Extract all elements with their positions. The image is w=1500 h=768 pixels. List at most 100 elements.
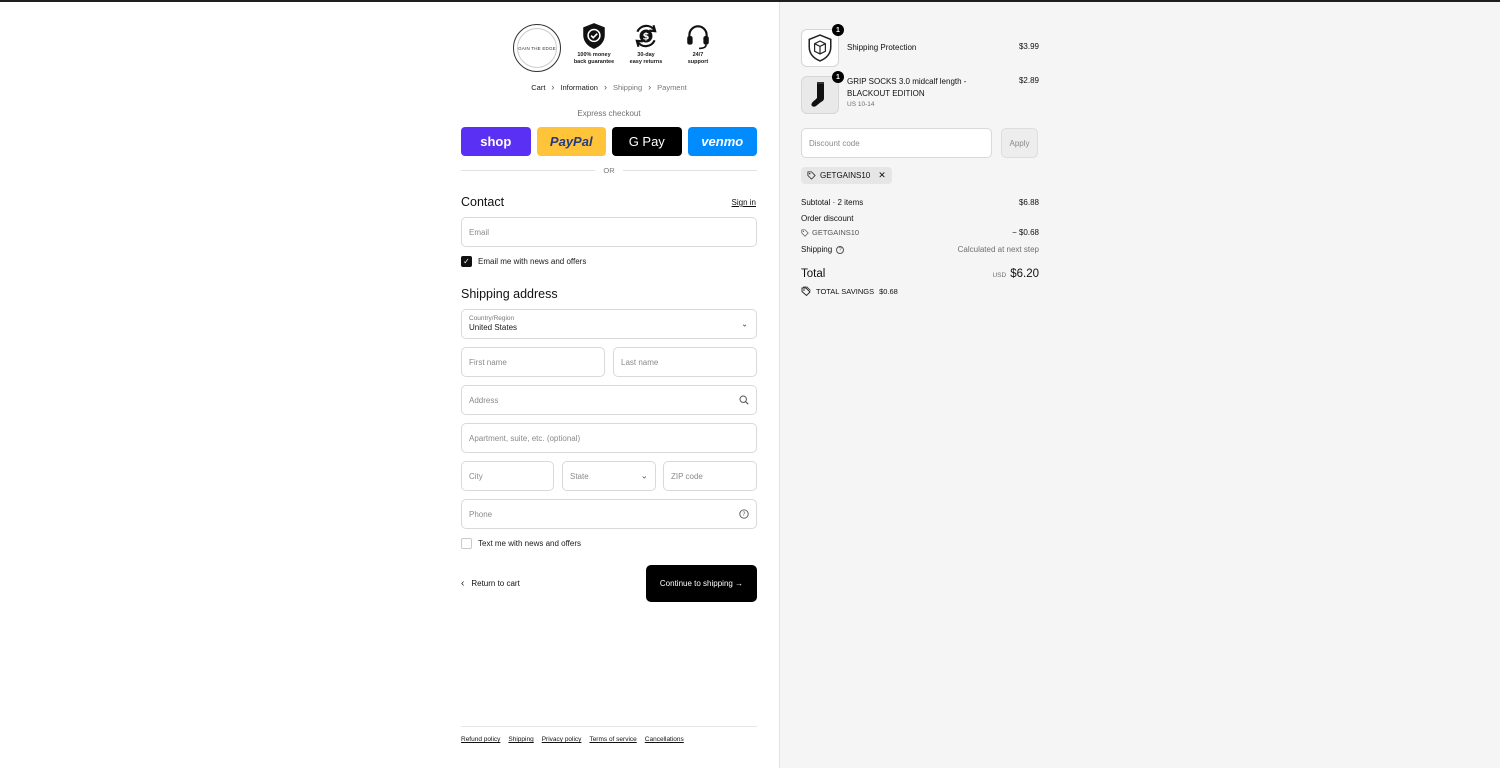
apply-discount-button[interactable]: Apply [1001, 128, 1038, 158]
last-name-input[interactable] [621, 357, 749, 367]
zip-field[interactable] [663, 461, 757, 491]
discount-code-label: GETGAINS10 [801, 228, 859, 237]
item-price: $2.89 [1018, 76, 1039, 85]
tag-icon [807, 171, 816, 180]
chevron-right-icon: › [648, 82, 652, 92]
item-price: $3.99 [1018, 42, 1039, 51]
quantity-badge: 1 [832, 24, 844, 36]
item-thumbnail: 1 [801, 24, 844, 67]
dollar-returns-icon: $ [635, 24, 657, 48]
express-checkout-buttons: shop PayPal G Pay venmo [461, 127, 757, 156]
line-item: 1 Shipping Protection $3.99 [801, 24, 1039, 67]
chevron-down-icon: ⌄ [741, 319, 748, 329]
shipping-label: Shipping [801, 245, 833, 254]
badge-label: 24/7 support [687, 52, 709, 65]
email-input[interactable] [469, 227, 749, 237]
subtotal-label: Subtotal · 2 items [801, 198, 864, 207]
continue-to-shipping-button[interactable]: Continue to shipping → [646, 565, 757, 602]
phone-input[interactable] [469, 509, 749, 519]
country-label: Country/Region [469, 315, 515, 322]
line-item: 1 GRIP SOCKS 3.0 midcalf length - BLACKO… [801, 71, 1039, 114]
discount-value: − $0.68 [1012, 228, 1039, 237]
store-logo[interactable]: GAIN THE EDGE [513, 24, 561, 72]
total-label: Total [801, 268, 826, 280]
address-input[interactable] [469, 395, 749, 405]
return-to-cart-label: Return to cart [471, 579, 520, 588]
close-icon[interactable]: ✕ [878, 170, 886, 181]
svg-text:?: ? [742, 511, 745, 518]
city-input[interactable] [469, 471, 546, 481]
badge-label: 100% money back guarantee [573, 52, 615, 65]
shop-pay-button[interactable]: shop [461, 127, 531, 156]
email-news-checkbox-row[interactable]: ✓ Email me with news and offers [461, 256, 586, 267]
apartment-field[interactable] [461, 423, 757, 453]
country-select[interactable]: Country/Region United States ⌄ [461, 309, 757, 339]
state-select[interactable]: State ⌄ [562, 461, 656, 491]
order-discount-label: Order discount [801, 214, 854, 223]
refund-policy-link[interactable]: Refund policy [461, 736, 500, 743]
text-news-checkbox[interactable] [461, 538, 472, 549]
footer-divider [461, 726, 757, 727]
first-name-input[interactable] [469, 357, 597, 367]
chevron-down-icon: ⌄ [640, 470, 648, 481]
support-badge: 24/7 support [673, 22, 723, 65]
discount-code-input[interactable] [809, 138, 984, 148]
text-news-label: Text me with news and offers [478, 539, 582, 548]
easy-returns-badge: $ 30-day easy returns [621, 22, 671, 65]
city-field[interactable] [461, 461, 554, 491]
svg-text:$: $ [643, 32, 650, 43]
total-row: Total USD $6.20 [801, 268, 1039, 280]
privacy-policy-link[interactable]: Privacy policy [542, 736, 582, 743]
total-value: $6.20 [1010, 268, 1039, 280]
money-back-badge: 100% money back guarantee [569, 22, 619, 65]
zip-input[interactable] [671, 471, 749, 481]
checkmark-icon: ✓ [463, 257, 470, 266]
paypal-button[interactable]: PayPal [536, 127, 606, 156]
shipping-policy-link[interactable]: Shipping [508, 736, 533, 743]
shipping-row: Shipping ? Calculated at next step [801, 245, 1039, 254]
item-name: Shipping Protection [847, 43, 917, 52]
total-savings: TOTAL SAVINGS $0.68 [801, 286, 898, 296]
savings-label: TOTAL SAVINGS [816, 286, 875, 296]
item-name: GRIP SOCKS 3.0 midcalf length - BLACKOUT… [847, 77, 967, 98]
subtotal-row: Subtotal · 2 items $6.88 [801, 198, 1039, 207]
search-icon[interactable] [739, 395, 749, 405]
return-to-cart-link[interactable]: ‹ Return to cart [461, 578, 520, 589]
tag-icon [801, 286, 811, 296]
first-name-field[interactable] [461, 347, 605, 377]
email-news-checkbox[interactable]: ✓ [461, 256, 472, 267]
address-field[interactable] [461, 385, 757, 415]
order-discount-row: Order discount [801, 214, 1039, 223]
discount-code-text: GETGAINS10 [812, 228, 860, 237]
breadcrumb-information: Information [560, 82, 598, 92]
trust-badges: GAIN THE EDGE 100% money back guarantee … [513, 22, 723, 72]
contact-title: Contact [461, 195, 505, 209]
sign-in-link[interactable]: Sign in [700, 198, 756, 207]
email-field[interactable] [461, 217, 757, 247]
applied-discount-tag: GETGAINS10 ✕ [801, 167, 892, 184]
apartment-input[interactable] [469, 433, 749, 443]
shipping-address-title: Shipping address [461, 287, 558, 301]
total-amount: USD $6.20 [992, 268, 1039, 280]
currency-code: USD [992, 272, 1007, 279]
cancellations-link[interactable]: Cancellations [645, 736, 684, 743]
help-icon[interactable]: ? [739, 509, 749, 519]
tag-icon [801, 228, 809, 237]
help-icon[interactable]: ? [836, 245, 845, 254]
venmo-button[interactable]: venmo [687, 127, 757, 156]
google-pay-button[interactable]: G Pay [612, 127, 682, 156]
last-name-field[interactable] [613, 347, 757, 377]
breadcrumb-shipping: Shipping [612, 82, 643, 92]
state-placeholder: State [570, 471, 589, 481]
phone-field[interactable]: ? [461, 499, 757, 529]
chevron-left-icon: ‹ [461, 578, 465, 589]
item-variant: US 10-14 [847, 101, 875, 108]
badge-label: 30-day easy returns [629, 52, 663, 65]
or-divider: OR [461, 166, 757, 175]
breadcrumb-cart[interactable]: Cart [531, 83, 545, 92]
text-news-checkbox-row[interactable]: Text me with news and offers [461, 538, 581, 549]
savings-value: $0.68 [879, 286, 898, 296]
discount-code-field[interactable] [801, 128, 992, 158]
terms-of-service-link[interactable]: Terms of service [589, 736, 636, 743]
or-text: OR [603, 166, 615, 175]
